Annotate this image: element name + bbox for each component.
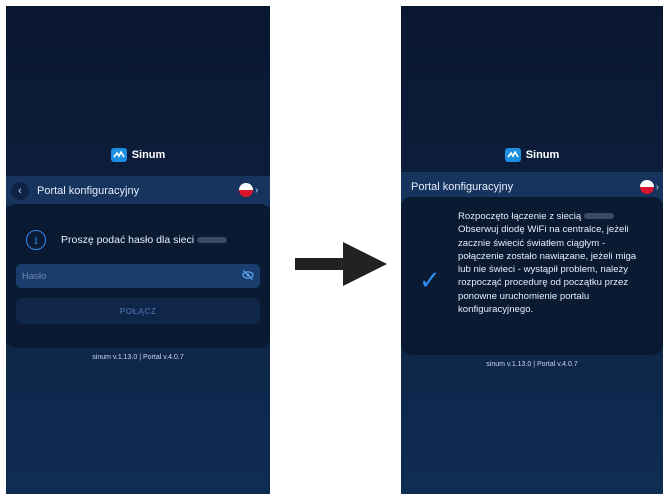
language-selector[interactable]: › [239,183,262,197]
sinum-logo: Sinum [401,148,663,162]
chevron-right-icon[interactable]: › [255,185,258,196]
info-message: i Proszę podać hasło dla sieci [26,230,262,250]
password-card: i Proszę podać hasło dla sieci Hasło POŁ… [6,204,270,348]
connect-button[interactable]: POŁĄCZ [16,298,260,324]
message-line: Rozpoczęto łączenie z siecią [458,210,649,223]
chevron-left-icon: ‹ [18,185,22,197]
poland-flag-icon[interactable] [239,183,253,197]
info-text: Proszę podać hasło dla sieci [61,234,195,246]
back-button[interactable]: ‹ [11,182,29,200]
eye-off-icon[interactable] [242,269,254,283]
page-title: Portal konfiguracyjny [411,181,514,193]
password-placeholder: Hasło [22,270,47,282]
message-line: Obserwuj diodę WiFi na centralce, jeżeli [458,224,629,236]
brand-name: Sinum [525,149,560,161]
version-footer: sinum v.1.13.0 | Portal v.4.0.7 [92,354,184,361]
password-screen: Sinum ‹ Portal konfiguracyjny i Proszę p… [6,6,270,494]
message-line: zacznie świecić światłem ciągłym - [458,237,606,249]
page-header: ‹ Portal konfiguracyjny [6,176,270,206]
network-name-redacted [197,237,228,244]
page-title: Portal konfiguracyjny [37,185,140,197]
message-line: rozpocząć procedurę od początku przez [458,277,629,289]
arrow-right-icon [295,242,387,293]
status-message: Rozpoczęto łączenie z siecią Obserwuj di… [458,210,649,316]
sinum-logo-icon [110,148,127,162]
message-line: konfiguracyjnego. [458,304,534,316]
message-line: połączenie zostało nawiązane, jeżeli mig… [458,250,637,262]
connecting-screen: Sinum Portal konfiguracyjny › ✓ Rozpoczę… [401,6,663,494]
poland-flag-icon[interactable] [639,180,654,194]
sinum-logo-icon [504,148,521,162]
version-footer: sinum v.1.13.0 | Portal v.4.0.7 [486,361,578,368]
sinum-logo: Sinum [6,148,270,162]
network-name-redacted [584,213,615,220]
info-icon: i [26,230,46,250]
message-line: lub nie świeci - wystąpił problem, należ… [458,264,629,276]
password-field[interactable]: Hasło [16,264,260,288]
chevron-right-icon[interactable]: › [656,182,659,193]
message-line: ponowne uruchomienie portalu [458,290,590,302]
status-card: ✓ Rozpoczęto łączenie z siecią Obserwuj … [401,197,663,355]
checkmark-icon: ✓ [419,265,441,295]
brand-name: Sinum [131,149,166,161]
